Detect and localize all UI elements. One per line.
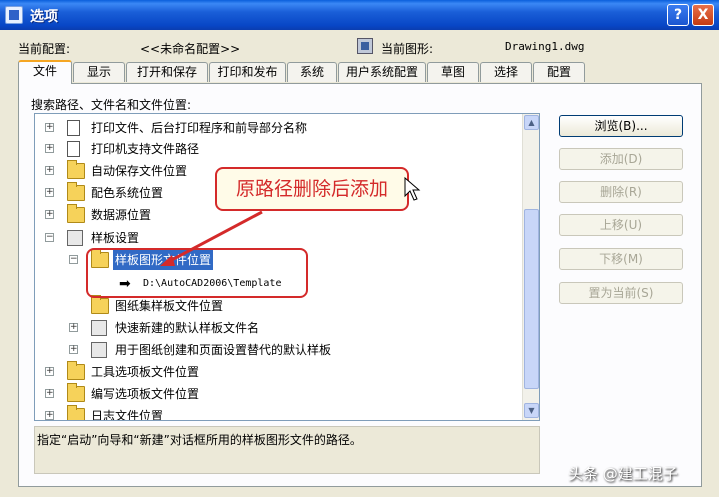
expand-icon[interactable]: + <box>45 367 54 376</box>
file-icon <box>91 320 107 336</box>
expand-icon[interactable]: + <box>45 188 54 197</box>
tree-item[interactable]: + 快速新建的默认样板文件名 <box>35 318 521 338</box>
title-bar: 选项 ? X <box>0 0 719 30</box>
help-button[interactable]: ? <box>667 4 689 26</box>
drawing-icon <box>357 38 373 54</box>
scroll-up-icon[interactable]: ▲ <box>524 115 539 130</box>
move-down-button[interactable]: 下移(M) <box>559 248 683 270</box>
folder-icon <box>67 361 85 380</box>
add-button[interactable]: 添加(D) <box>559 148 683 170</box>
tree-item[interactable]: + 编写选项板文件位置 <box>35 383 521 404</box>
expand-icon[interactable]: + <box>69 345 78 354</box>
tree-item-label: 样板设置 <box>91 231 140 245</box>
folder-icon <box>67 383 85 402</box>
tree-item-label: 打印机支持文件路径 <box>91 142 200 156</box>
tree-item-label: 日志文件位置 <box>91 409 164 421</box>
tab-drafting[interactable]: 草图 <box>427 62 479 82</box>
tab-profiles[interactable]: 配置 <box>533 62 585 82</box>
highlight-box <box>86 248 308 298</box>
remove-button[interactable]: 删除(R) <box>559 181 683 203</box>
description-text: 指定“启动”向导和“新建”对话框所用的样板图形文件的路径。 <box>34 426 540 474</box>
move-up-button[interactable]: 上移(U) <box>559 214 683 236</box>
tree-item[interactable]: − 样板设置 <box>35 228 521 248</box>
browse-button[interactable]: 浏览(B)... <box>559 115 683 137</box>
current-drawing-value: Drawing1.dwg <box>505 40 585 53</box>
page-icon <box>67 141 80 157</box>
expand-icon[interactable]: + <box>45 411 54 420</box>
template-settings-icon <box>67 230 83 246</box>
tree-item-label: 编写选项板文件位置 <box>91 387 200 401</box>
annotation-callout: 原路径删除后添加 <box>215 167 409 211</box>
scroll-down-icon[interactable]: ▼ <box>524 403 539 418</box>
set-current-button[interactable]: 置为当前(S) <box>559 282 683 304</box>
tree-item[interactable]: + 用于图纸创建和页面设置替代的默认样板 <box>35 340 521 360</box>
expand-icon[interactable]: + <box>45 389 54 398</box>
collapse-icon[interactable]: − <box>45 233 54 242</box>
tab-user-preferences[interactable]: 用户系统配置 <box>338 62 426 82</box>
tree-item-label: 用于图纸创建和页面设置替代的默认样板 <box>115 343 332 357</box>
tab-open-save[interactable]: 打开和保存 <box>126 62 208 82</box>
file-icon <box>91 342 107 358</box>
expand-icon[interactable]: + <box>69 323 78 332</box>
folder-icon <box>91 295 109 314</box>
scroll-thumb[interactable] <box>524 209 539 389</box>
app-icon <box>5 6 23 24</box>
tree-item[interactable]: 图纸集样板文件位置 <box>35 295 521 316</box>
expand-icon[interactable]: + <box>45 123 54 132</box>
tree-item[interactable]: + 打印机支持文件路径 <box>35 139 521 159</box>
watermark: 头条 @建工混子 <box>568 465 678 483</box>
tree-item-label: 快速新建的默认样板文件名 <box>115 321 260 335</box>
expand-icon[interactable]: + <box>45 144 54 153</box>
tree-item-label: 自动保存文件位置 <box>91 164 188 178</box>
folder-icon <box>67 182 85 201</box>
tree-item-label: 数据源位置 <box>91 208 152 222</box>
close-button[interactable]: X <box>692 4 714 26</box>
current-profile-value: <<未命名配置>> <box>140 42 241 56</box>
tree-item-label: 打印文件、后台打印程序和前导部分名称 <box>91 121 308 135</box>
current-profile-label: 当前配置: <box>18 42 71 56</box>
tree-item[interactable]: + 日志文件位置 <box>35 405 521 421</box>
folder-icon <box>67 160 85 179</box>
tree-item[interactable]: + 打印文件、后台打印程序和前导部分名称 <box>35 118 521 138</box>
window-title: 选项 <box>30 9 58 25</box>
tree-item-label: 配色系统位置 <box>91 186 164 200</box>
search-paths-label: 搜索路径、文件名和文件位置: <box>31 98 192 112</box>
expand-icon[interactable]: + <box>45 210 54 219</box>
folder-icon <box>67 204 85 223</box>
folder-icon <box>67 405 85 420</box>
tab-system[interactable]: 系统 <box>287 62 337 82</box>
tab-files[interactable]: 文件 <box>18 60 72 84</box>
tab-selection[interactable]: 选择 <box>480 62 532 82</box>
current-drawing-label: 当前图形: <box>381 42 434 56</box>
tree-scrollbar[interactable]: ▲ ▼ <box>522 114 539 420</box>
tree-item-label: 工具选项板文件位置 <box>91 365 200 379</box>
page-icon <box>67 120 80 136</box>
collapse-icon[interactable]: − <box>69 255 78 264</box>
expand-icon[interactable]: + <box>45 166 54 175</box>
tab-plot-publish[interactable]: 打印和发布 <box>209 62 286 82</box>
tree-item-label: 图纸集样板文件位置 <box>115 299 224 313</box>
tab-display[interactable]: 显示 <box>73 62 125 82</box>
tree-item[interactable]: + 工具选项板文件位置 <box>35 361 521 382</box>
